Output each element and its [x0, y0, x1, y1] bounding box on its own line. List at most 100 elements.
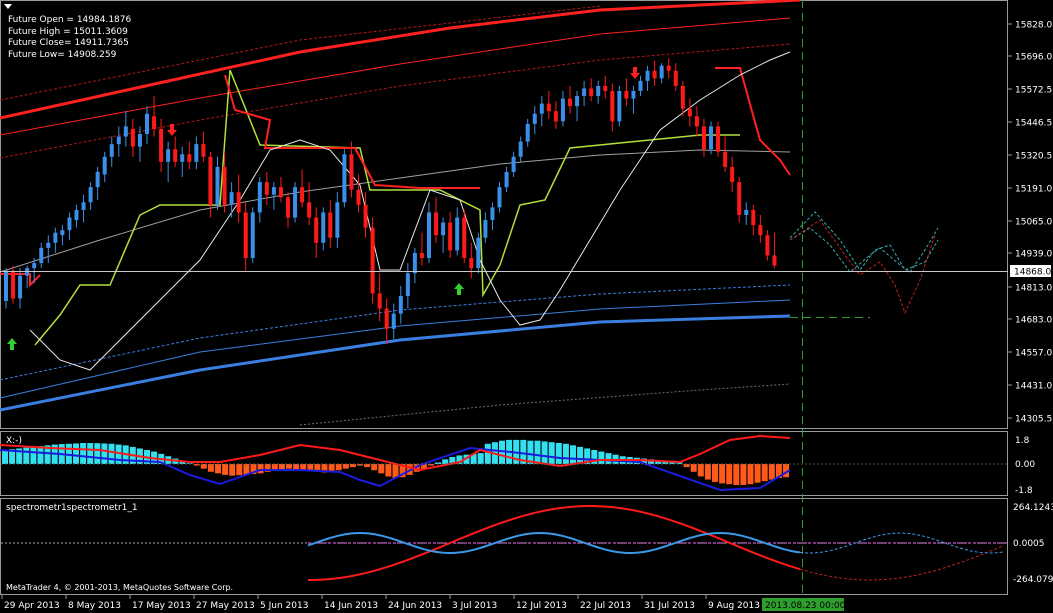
fast-ma-white: [29, 51, 791, 371]
histogram-down-bar: [236, 464, 243, 476]
bar-body: [215, 166, 220, 205]
down-bar: [356, 174, 361, 213]
main-pane-frame: [0, 0, 1008, 429]
histogram-down-bar: [222, 464, 229, 475]
price-tick-label: 15572.5: [1015, 86, 1052, 96]
pane-frames: [0, 0, 1008, 595]
up-bar: [638, 75, 643, 97]
bar-body: [328, 212, 333, 238]
bar-body: [222, 166, 227, 205]
down-bar: [328, 199, 333, 248]
up-bar: [455, 207, 460, 256]
bar-body: [159, 128, 164, 162]
down-bar: [589, 78, 594, 102]
down-bar: [314, 207, 319, 258]
time-tick-label: 5 Jun 2013: [260, 601, 308, 611]
time-tick-label: 31 Jul 2013: [644, 601, 695, 611]
bar-body: [701, 126, 706, 150]
up-bar: [46, 235, 51, 264]
chart-menu-icon[interactable]: [4, 4, 12, 9]
up-bar: [180, 146, 185, 178]
down-bar: [462, 209, 467, 264]
bar-body: [109, 144, 114, 157]
bar-body: [370, 227, 375, 294]
lower-band-blue: [0, 314, 791, 412]
down-bar: [201, 131, 206, 162]
bar-body: [546, 103, 551, 112]
down-bar: [187, 141, 192, 170]
bar-body: [441, 222, 446, 236]
bar-body: [398, 295, 403, 314]
osc2-pane-frame: [0, 498, 1008, 595]
bar-body: [187, 154, 192, 162]
price-tick-label: 15446.5: [1015, 119, 1052, 129]
histogram-down-bar: [726, 464, 733, 485]
down-bar: [687, 98, 692, 127]
histogram-down-bar: [293, 464, 300, 470]
bar-body: [349, 154, 354, 190]
bar-body: [462, 217, 467, 258]
bar-body: [469, 257, 474, 269]
cursor-time-label: 2013.08.23 00:00: [765, 601, 846, 611]
down-bar: [730, 156, 735, 193]
bar-body: [737, 182, 742, 215]
bar-body: [405, 273, 410, 296]
down-bar: [469, 242, 474, 279]
up-bar: [145, 106, 149, 145]
histogram-down-bar: [378, 464, 385, 474]
bar-body: [32, 263, 37, 269]
oscillator-histogram: [0, 434, 1007, 492]
histogram-down-bar: [278, 464, 285, 470]
bar-body: [610, 90, 615, 122]
time-tick-label: 17 May 2013: [132, 601, 191, 611]
up-bar: [483, 212, 488, 243]
forecast-lines: [789, 211, 939, 315]
down-bar: [448, 212, 453, 258]
bar-body: [582, 88, 587, 97]
bar-body: [39, 247, 44, 264]
bar-body: [589, 88, 594, 97]
bar-body: [412, 252, 417, 274]
bar-body: [152, 116, 157, 129]
bar-body: [730, 166, 735, 183]
up-bar: [53, 227, 58, 253]
down-bar: [751, 204, 756, 236]
bar-body: [645, 70, 650, 81]
histogram-down-bar: [747, 464, 754, 485]
osc2-tick-label: 264.1243: [1013, 503, 1053, 513]
up-bar: [166, 141, 171, 183]
bar-body: [624, 90, 629, 99]
price-tick-label: 15828.0: [1015, 21, 1052, 31]
bar-body: [631, 90, 636, 99]
bar-body: [384, 308, 389, 329]
up-bar: [293, 182, 298, 223]
bar-body: [772, 255, 777, 266]
arrow-shape: [7, 338, 17, 350]
bar-body: [60, 230, 65, 236]
down-bar: [765, 230, 770, 261]
bar-body: [765, 235, 770, 256]
bar-body: [673, 70, 678, 86]
up-bar: [116, 126, 121, 157]
chart-canvas[interactable]: 15828.0 15696.0 15572.5 15446.5 15320.5 15191…: [0, 0, 1053, 613]
bar-body: [257, 182, 262, 213]
up-bar: [95, 166, 100, 200]
down-bar: [758, 214, 763, 243]
future-low-text: Future Low= 14908.259: [8, 49, 117, 60]
bar-body: [659, 65, 664, 79]
bar-body: [264, 182, 269, 195]
lower-band-grey: [299, 383, 791, 426]
bar-body: [553, 111, 558, 122]
envelope-bands: [0, 0, 801, 426]
bar-body: [166, 149, 171, 162]
up-bar: [405, 263, 410, 309]
up-bar: [67, 212, 72, 241]
bar-body: [518, 141, 523, 157]
bar-body: [751, 209, 756, 226]
up-bar: [476, 232, 481, 274]
bar-body: [596, 85, 601, 97]
up-bar: [525, 118, 530, 147]
price-tick-label: 15320.5: [1015, 152, 1052, 162]
up-bar: [441, 217, 446, 253]
down-bar: [307, 182, 312, 226]
